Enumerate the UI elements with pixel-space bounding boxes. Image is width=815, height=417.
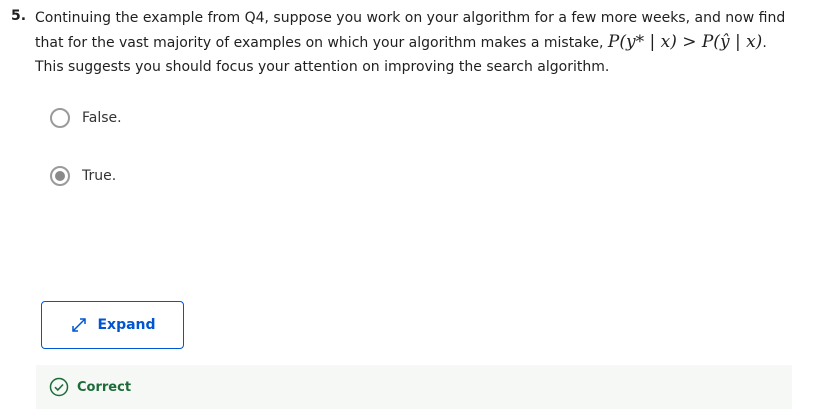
radio-button-false[interactable] [50, 108, 70, 128]
expand-button[interactable]: Expand [41, 301, 184, 349]
answer-options: False. True. [50, 106, 122, 222]
question-text: Continuing the example from Q4, suppose … [35, 6, 795, 79]
check-circle-icon [49, 377, 69, 397]
option-label-true: True. [82, 168, 117, 184]
radio-button-true[interactable] [50, 166, 70, 186]
expand-button-label: Expand [97, 317, 156, 333]
radio-selected-dot [55, 171, 65, 181]
option-true[interactable]: True. [50, 164, 122, 188]
expand-arrows-icon [72, 318, 87, 332]
feedback-label: Correct [77, 379, 132, 395]
option-false[interactable]: False. [50, 106, 122, 130]
feedback-banner: Correct [36, 365, 792, 409]
option-label-false: False. [82, 110, 122, 126]
question-math: P(y* | x) > P(ŷ | x) [607, 32, 763, 52]
question-number: 5. [11, 8, 27, 24]
